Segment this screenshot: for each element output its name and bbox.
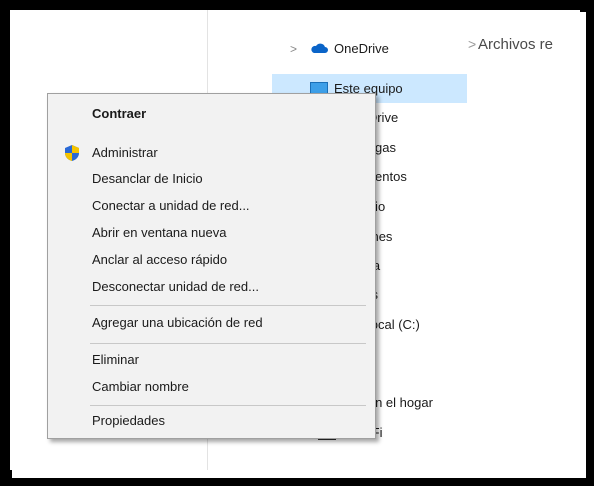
menu-item-collapse[interactable]: Contraer	[92, 106, 146, 121]
context-menu: Contraer Administrar Desanclar de Inicio…	[47, 93, 376, 439]
menu-item-map-network-drive[interactable]: Conectar a unidad de red...	[92, 198, 250, 213]
menu-separator	[90, 405, 366, 406]
menu-item-properties[interactable]: Propiedades	[92, 413, 165, 428]
uac-shield-icon	[65, 145, 79, 161]
menu-separator	[90, 305, 366, 306]
menu-item-add-network-location[interactable]: Agregar una ubicación de red	[92, 315, 263, 330]
chevron-right-icon[interactable]: >	[290, 42, 297, 56]
chevron-right-icon: >	[468, 36, 477, 52]
menu-item-pin-quick-access[interactable]: Anclar al acceso rápido	[92, 252, 227, 267]
menu-item-open-new-window[interactable]: Abrir en ventana nueva	[92, 225, 226, 240]
menu-item-manage[interactable]: Administrar	[92, 145, 158, 160]
cloud-icon	[311, 43, 328, 53]
nav-label: OneDrive	[334, 41, 389, 56]
menu-item-unpin-start[interactable]: Desanclar de Inicio	[92, 171, 203, 186]
nav-item-onedrive[interactable]: > OneDrive	[272, 34, 467, 63]
explorer-window: > OneDrive Este equipo 0 Drive cargas um…	[10, 10, 580, 470]
menu-item-delete[interactable]: Eliminar	[92, 352, 139, 367]
menu-item-rename[interactable]: Cambiar nombre	[92, 379, 189, 394]
menu-separator	[90, 343, 366, 344]
content-header: Archivos re	[478, 36, 554, 53]
menu-item-disconnect-drive[interactable]: Desconectar unidad de red...	[92, 279, 259, 294]
